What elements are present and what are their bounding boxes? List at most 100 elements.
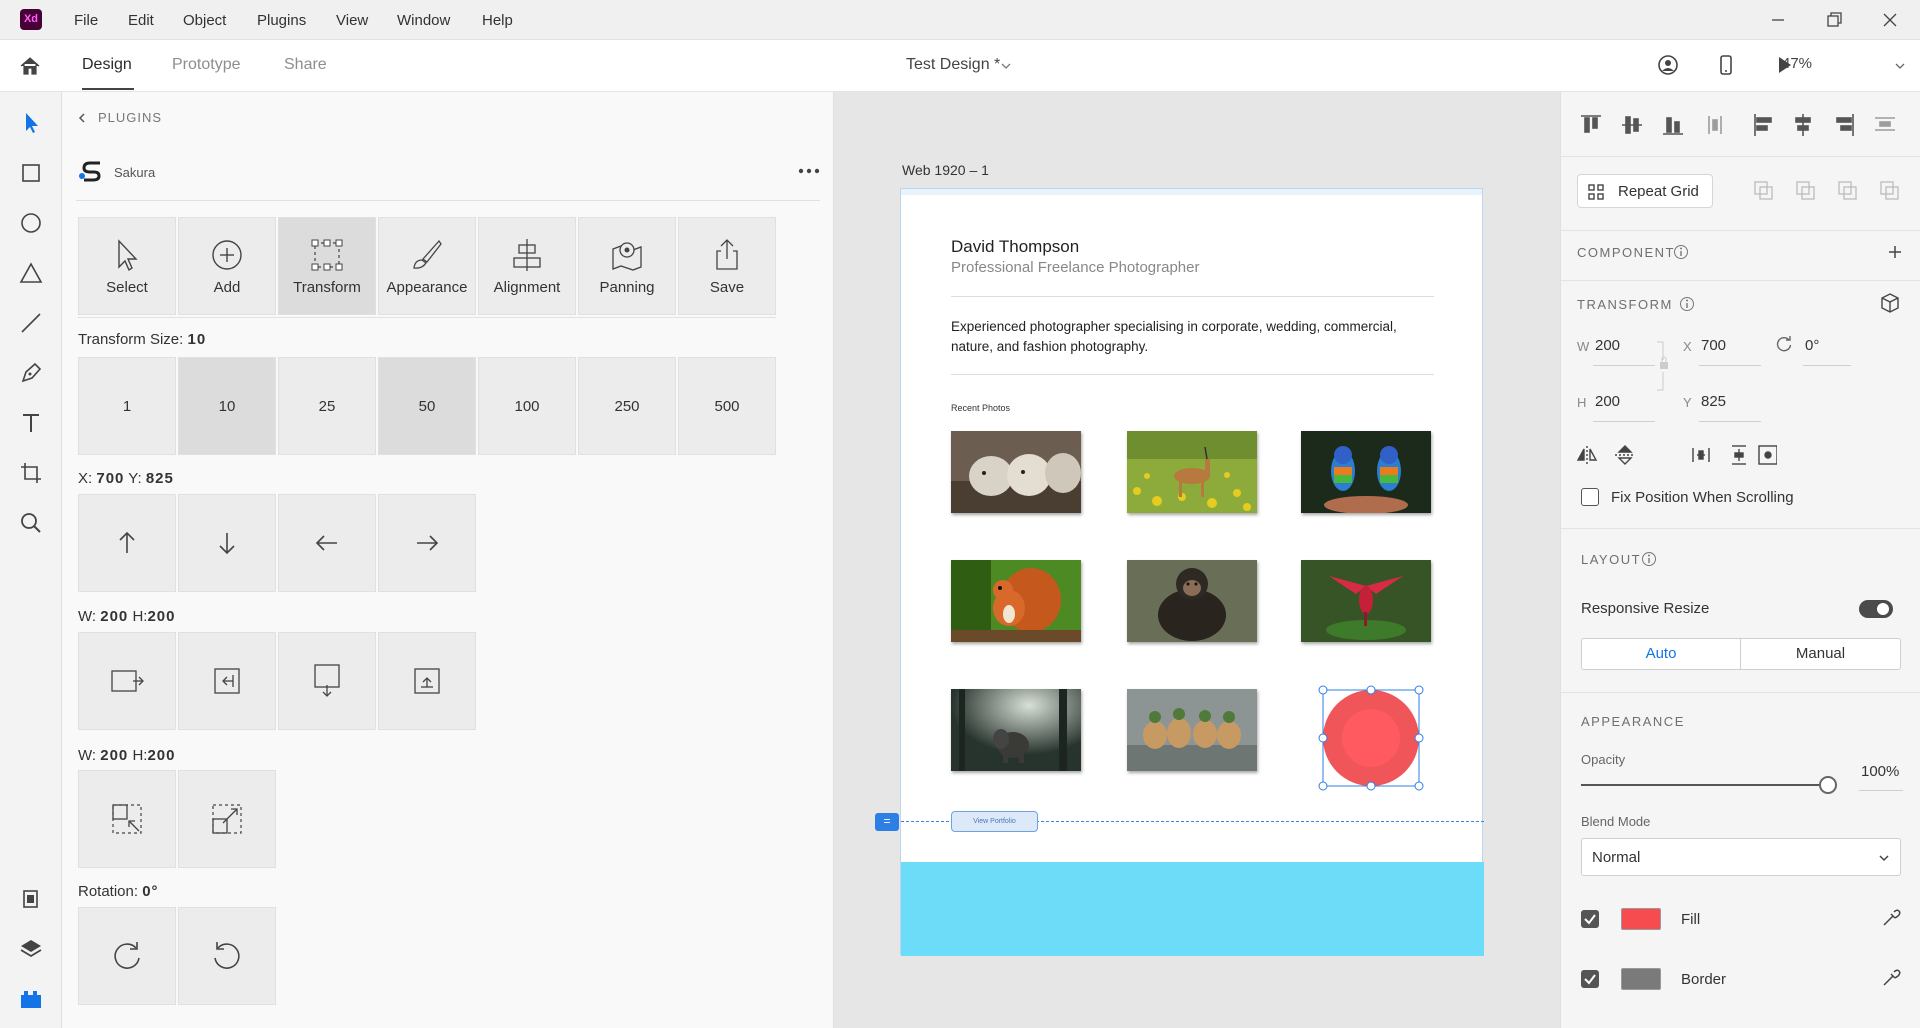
home-icon[interactable] [18,54,42,78]
hero-subtitle[interactable]: Professional Freelance Photographer [951,259,1199,276]
3d-transform-icon[interactable] [1879,292,1901,314]
manual-option[interactable]: Manual [1740,638,1901,670]
layout-guide-marker[interactable]: = [875,813,899,831]
close-icon[interactable] [1878,8,1902,32]
menu-view[interactable]: View [336,12,368,29]
menu-help[interactable]: Help [482,12,513,29]
photo-squirrel[interactable] [951,560,1081,642]
transform-action-button[interactable]: Transform [278,217,376,315]
scale-up-button[interactable] [178,770,276,868]
size-button-1[interactable]: 1 [78,357,176,455]
size-button-25[interactable]: 25 [278,357,376,455]
appearance-action-button[interactable]: Appearance [378,217,476,315]
size-button-250[interactable]: 250 [578,357,676,455]
photo-sheep[interactable] [951,431,1081,513]
artboard-tool-icon[interactable] [18,460,44,486]
hero-name[interactable]: David Thompson [951,237,1079,257]
plugins-back-label[interactable]: PLUGINS [98,110,162,125]
design-canvas[interactable]: Web 1920 – 1 David Thompson Professional… [834,92,1560,1028]
move-up-button[interactable] [78,494,176,592]
ellipse-tool-icon[interactable] [18,210,44,236]
select-tool-icon[interactable] [18,110,44,136]
eyedropper-icon[interactable] [1881,908,1901,928]
device-preview-icon[interactable] [1714,53,1738,77]
move-left-button[interactable] [278,494,376,592]
menu-plugins[interactable]: Plugins [257,12,306,29]
opacity-value[interactable]: 100% [1861,763,1899,780]
blend-mode-select[interactable]: Normal [1581,838,1901,876]
tab-prototype[interactable]: Prototype [172,56,240,74]
size-button-50[interactable]: 50 [378,357,476,455]
artboard[interactable]: David Thompson Professional Freelance Ph… [875,188,1484,956]
menu-window[interactable]: Window [397,12,450,29]
document-title[interactable]: Test Design * [906,56,1000,74]
line-tool-icon[interactable] [18,310,44,336]
opacity-slider-handle[interactable] [1819,776,1837,794]
grow-height-button[interactable] [278,632,376,730]
rectangle-tool-icon[interactable] [18,160,44,186]
border-color-swatch[interactable] [1621,968,1661,990]
fix-position-checkbox[interactable] [1581,488,1599,506]
panning-action-button[interactable]: Panning [578,217,676,315]
artboard-name[interactable]: Web 1920 – 1 [902,162,989,178]
eyedropper-icon[interactable] [1881,968,1901,988]
width-field[interactable]: 200 [1595,337,1620,354]
photo-parrots[interactable] [1301,431,1431,513]
hero-description[interactable]: Experienced photographer specialising in… [951,317,1421,357]
height-field[interactable]: 200 [1595,393,1620,410]
size-button-500[interactable]: 500 [678,357,776,455]
lock-ratio-icon[interactable] [1657,340,1671,392]
size-button-10[interactable]: 10 [178,357,276,455]
tab-design[interactable]: Design [82,56,132,74]
menu-edit[interactable]: Edit [128,12,154,29]
rotate-clockwise-button[interactable] [78,907,176,1005]
menu-object[interactable]: Object [183,12,226,29]
minimize-icon[interactable] [1766,8,1790,32]
responsive-resize-toggle[interactable] [1859,600,1893,618]
zoom-tool-icon[interactable] [18,510,44,536]
size-button-100[interactable]: 100 [478,357,576,455]
opacity-slider-track[interactable] [1581,784,1827,786]
photo-red-bird[interactable] [1301,560,1431,642]
fill-checkbox[interactable] [1581,910,1599,928]
photo-antelope[interactable] [1127,431,1257,513]
auto-option[interactable]: Auto [1581,638,1741,670]
x-field[interactable]: 700 [1701,337,1726,354]
rotate-counterclockwise-button[interactable] [178,907,276,1005]
add-component-icon[interactable] [1887,244,1903,260]
save-action-button[interactable]: Save [678,217,776,315]
add-action-button[interactable]: Add [178,217,276,315]
assets-icon[interactable] [18,886,44,912]
back-chevron-icon[interactable] [76,112,88,124]
rotation-field[interactable]: 0° [1805,337,1819,354]
chevron-down-icon[interactable] [1000,60,1012,72]
pen-tool-icon[interactable] [18,360,44,386]
border-checkbox[interactable] [1581,970,1599,988]
view-portfolio-button[interactable]: View Portfolio [951,811,1038,832]
restore-icon[interactable] [1822,8,1846,32]
shrink-height-button[interactable] [378,632,476,730]
tab-share[interactable]: Share [284,56,327,74]
info-icon[interactable] [1641,551,1657,567]
repeat-grid-button[interactable]: Repeat Grid [1577,174,1713,208]
info-icon[interactable] [1679,296,1695,312]
zoom-chevron-icon[interactable] [1894,60,1906,72]
photo-ducks[interactable] [1127,689,1257,771]
layers-icon[interactable] [18,936,44,962]
more-options-icon[interactable] [798,168,820,174]
grow-width-button[interactable] [78,632,176,730]
polygon-tool-icon[interactable] [18,260,44,286]
move-right-button[interactable] [378,494,476,592]
selected-circle-shape[interactable] [1312,679,1430,797]
zoom-level[interactable]: 47% [1782,55,1812,72]
shrink-width-button[interactable] [178,632,276,730]
recent-photos-label[interactable]: Recent Photos [951,403,1010,413]
photo-chimpanzee[interactable] [1127,560,1257,642]
scale-down-button[interactable] [78,770,176,868]
y-field[interactable]: 825 [1701,393,1726,410]
footer-block[interactable] [901,862,1484,956]
text-tool-icon[interactable] [18,410,44,436]
menu-file[interactable]: File [74,12,98,29]
info-icon[interactable] [1673,244,1689,260]
select-action-button[interactable]: Select [78,217,176,315]
